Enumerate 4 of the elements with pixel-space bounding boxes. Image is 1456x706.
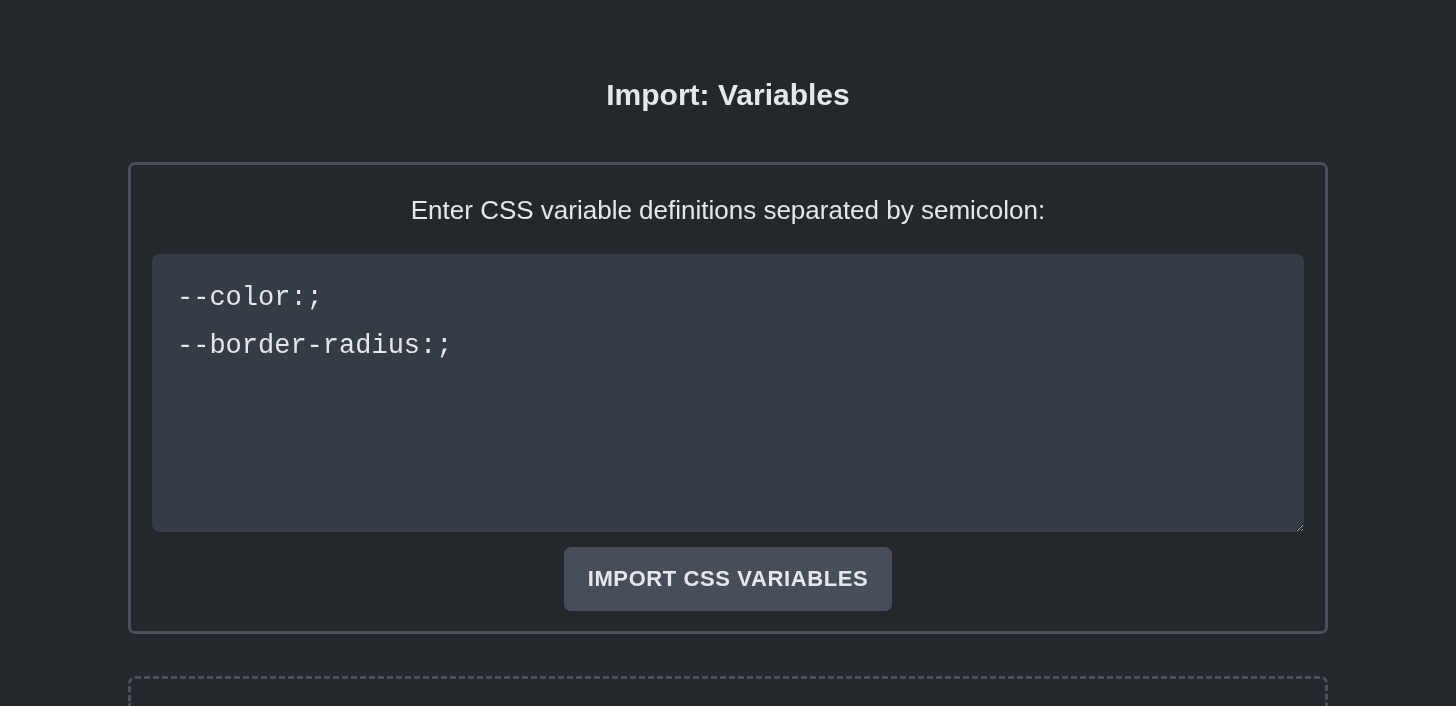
css-textarea[interactable]: --color:; --border-radius:; bbox=[152, 254, 1304, 532]
instruction-text: Enter CSS variable definitions separated by semicolon: bbox=[410, 195, 1046, 225]
page-title: Import: Variables bbox=[606, 77, 850, 113]
import-button[interactable]: IMPORT CSS VARIABLES bbox=[563, 547, 893, 611]
